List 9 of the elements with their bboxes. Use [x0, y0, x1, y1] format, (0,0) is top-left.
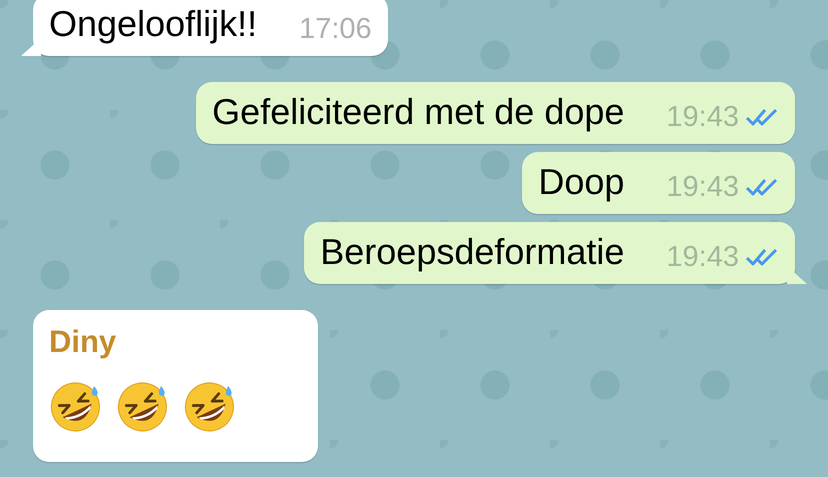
message-text: Doop — [538, 160, 624, 204]
message-time: 17:06 — [299, 12, 372, 46]
message-time: 19:43 — [666, 100, 739, 134]
message-text: Beroepsdeformatie — [320, 230, 624, 274]
message-time: 19:43 — [666, 240, 739, 274]
message-text: Ongelooflijk!! — [49, 2, 258, 46]
sender-name: Diny — [49, 323, 118, 361]
message-text: Gefeliciteerd met de dope — [212, 90, 624, 134]
message-time: 19:43 — [666, 170, 739, 204]
